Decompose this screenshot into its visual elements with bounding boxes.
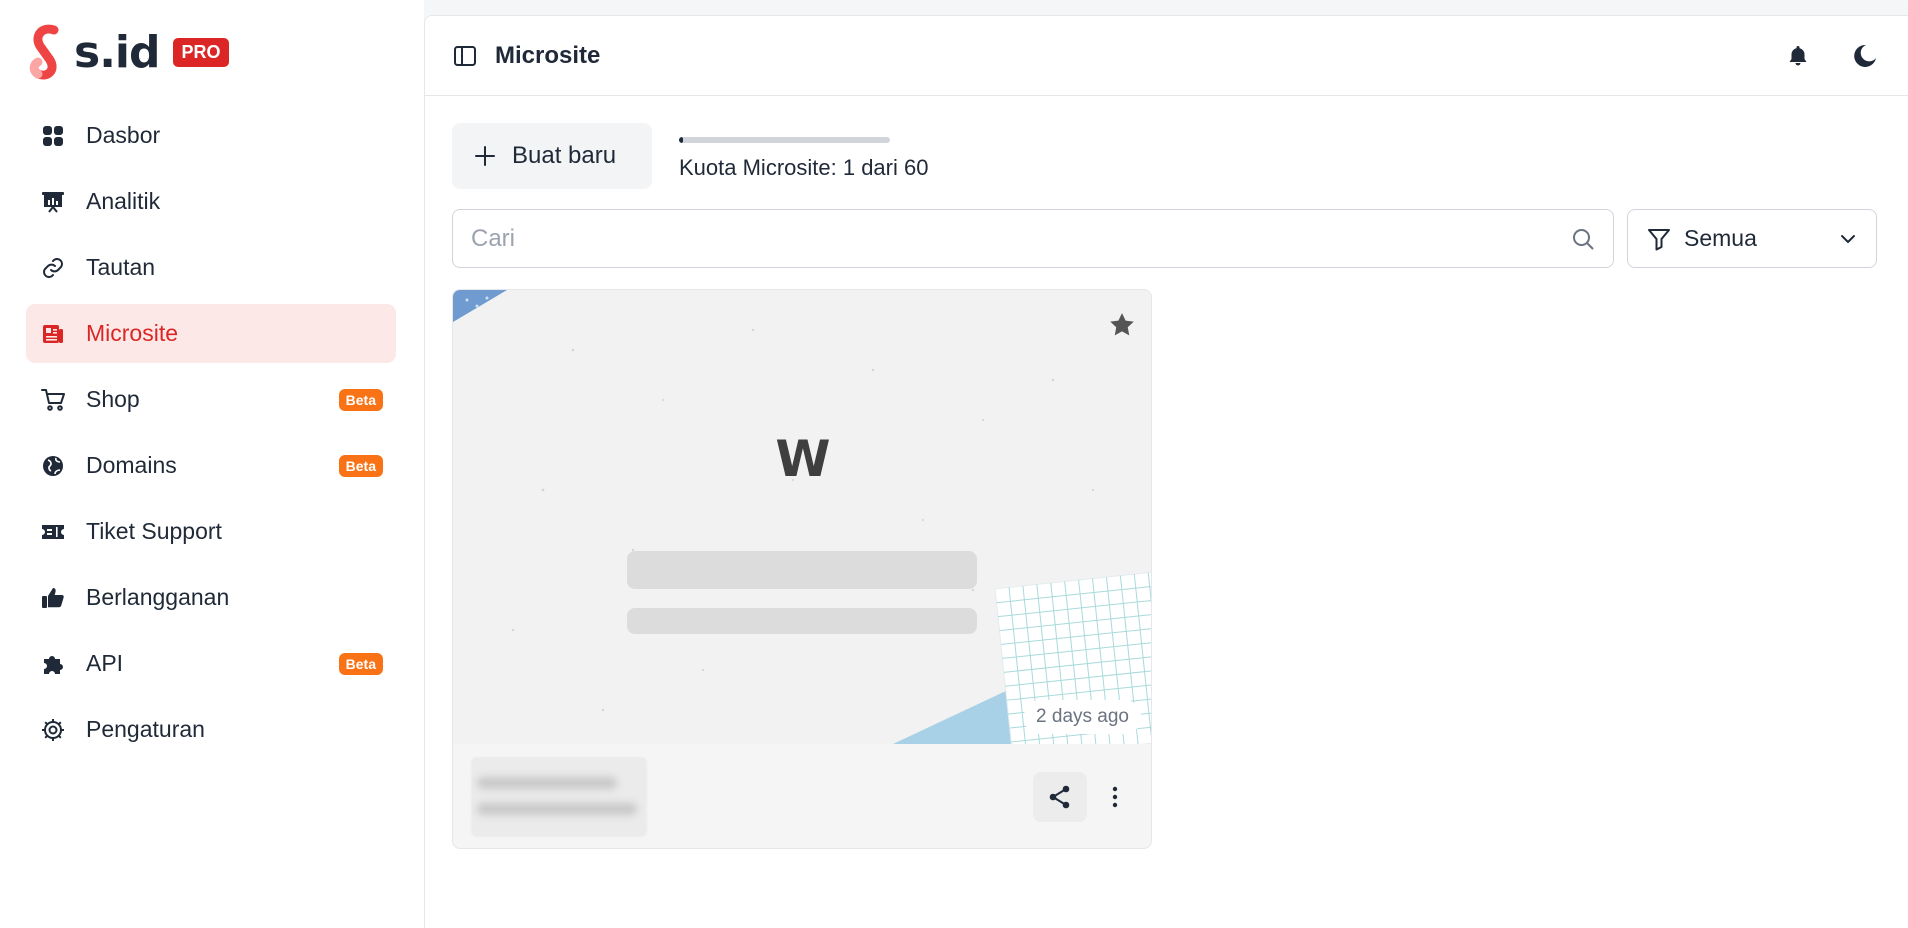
quota-indicator: Kuota Microsite: 1 dari 60 xyxy=(679,137,928,181)
link-icon xyxy=(40,255,66,281)
sidebar: s.id PRO Dasbor Analitik Tautan Microsit… xyxy=(0,0,424,928)
thumbnail-background-art xyxy=(453,290,1151,744)
microsite-thumbnail[interactable]: W 2 days ago xyxy=(453,290,1151,744)
search-box xyxy=(452,209,1614,268)
thumbs-up-icon xyxy=(40,585,66,611)
kebab-menu-icon xyxy=(1112,785,1118,809)
placeholder-bar xyxy=(627,608,977,634)
newspaper-icon xyxy=(40,321,66,347)
create-new-button[interactable]: Buat baru xyxy=(452,123,652,189)
brand-logo[interactable]: s.id PRO xyxy=(28,24,229,80)
filter-dropdown[interactable]: Semua xyxy=(1627,209,1877,268)
microsite-card[interactable]: W 2 days ago xyxy=(452,289,1152,849)
sidebar-item-label: Shop xyxy=(86,386,140,412)
sidebar-item-label: Tautan xyxy=(86,254,156,280)
beta-badge: Beta xyxy=(338,652,383,675)
sidebar-item-label: Analitik xyxy=(86,188,161,214)
sidebar-item-label: API xyxy=(86,650,124,676)
sidebar-item-tautan[interactable]: Tautan xyxy=(26,238,396,297)
placeholder-bar xyxy=(627,551,977,589)
sidebar-item-shop[interactable]: Shop Beta xyxy=(26,370,396,429)
brand-name: s.id xyxy=(74,26,160,78)
sidebar-item-label: Pengaturan xyxy=(86,716,205,742)
sidebar-item-berlangganan[interactable]: Berlangganan xyxy=(26,568,396,627)
page-title: Microsite xyxy=(495,41,601,69)
time-badge: 2 days ago xyxy=(1024,700,1141,734)
page-header: Microsite xyxy=(425,16,1908,96)
filter-selected-value: Semua xyxy=(1684,225,1757,251)
sidebar-item-label: Tiket Support xyxy=(86,518,222,544)
sidebar-item-label: Microsite xyxy=(86,320,179,346)
chevron-down-icon xyxy=(1838,229,1858,249)
share-icon xyxy=(1047,784,1073,810)
search-icon[interactable] xyxy=(1571,227,1595,251)
sidebar-item-dasbor[interactable]: Dasbor xyxy=(26,106,396,165)
sidebar-item-pengaturan[interactable]: Pengaturan xyxy=(26,700,396,759)
blurred-microsite-name xyxy=(471,757,647,837)
ticket-icon xyxy=(40,519,66,545)
bell-icon[interactable] xyxy=(1786,44,1810,68)
grid-icon xyxy=(40,123,66,149)
search-input[interactable] xyxy=(471,224,1571,253)
pro-badge: PRO xyxy=(173,37,229,67)
sidebar-item-label: Dasbor xyxy=(86,122,161,148)
sidebar-item-domains[interactable]: Domains Beta xyxy=(26,436,396,495)
card-footer xyxy=(453,744,1151,848)
share-button[interactable] xyxy=(1033,772,1087,822)
sidebar-item-label: Domains xyxy=(86,452,177,478)
plus-icon xyxy=(474,145,496,167)
quota-text: Kuota Microsite: 1 dari 60 xyxy=(679,155,929,180)
beta-badge: Beta xyxy=(338,454,383,477)
gear-icon xyxy=(40,717,66,743)
more-options-button[interactable] xyxy=(1097,772,1133,822)
sidebar-item-microsite[interactable]: Microsite xyxy=(26,304,396,363)
puzzle-icon xyxy=(40,651,66,677)
moon-icon[interactable] xyxy=(1852,43,1878,69)
cart-icon xyxy=(40,387,66,413)
sidebar-item-analitik[interactable]: Analitik xyxy=(26,172,396,231)
star-icon[interactable] xyxy=(1107,310,1137,345)
sidebar-item-api[interactable]: API Beta xyxy=(26,634,396,693)
thumbnail-initial: W xyxy=(775,430,831,488)
main-panel: Microsite Buat baru Kuota Microsite: 1 d… xyxy=(424,15,1908,928)
quota-progress-fill xyxy=(679,137,684,143)
sid-logo-icon xyxy=(28,24,66,80)
sidebar-item-label: Berlangganan xyxy=(86,584,230,610)
beta-badge: Beta xyxy=(338,388,383,411)
quota-progress-bar xyxy=(679,137,890,143)
toolbar: Buat baru Kuota Microsite: 1 dari 60 xyxy=(452,123,928,189)
sidebar-nav: Dasbor Analitik Tautan Microsite Shop Be… xyxy=(26,106,396,766)
sidebar-toggle-icon[interactable] xyxy=(453,44,477,68)
filter-icon xyxy=(1646,226,1672,252)
presentation-chart-icon xyxy=(40,189,66,215)
sidebar-item-tiket-support[interactable]: Tiket Support xyxy=(26,502,396,561)
globe-icon xyxy=(40,453,66,479)
create-new-label: Buat baru xyxy=(512,142,617,169)
